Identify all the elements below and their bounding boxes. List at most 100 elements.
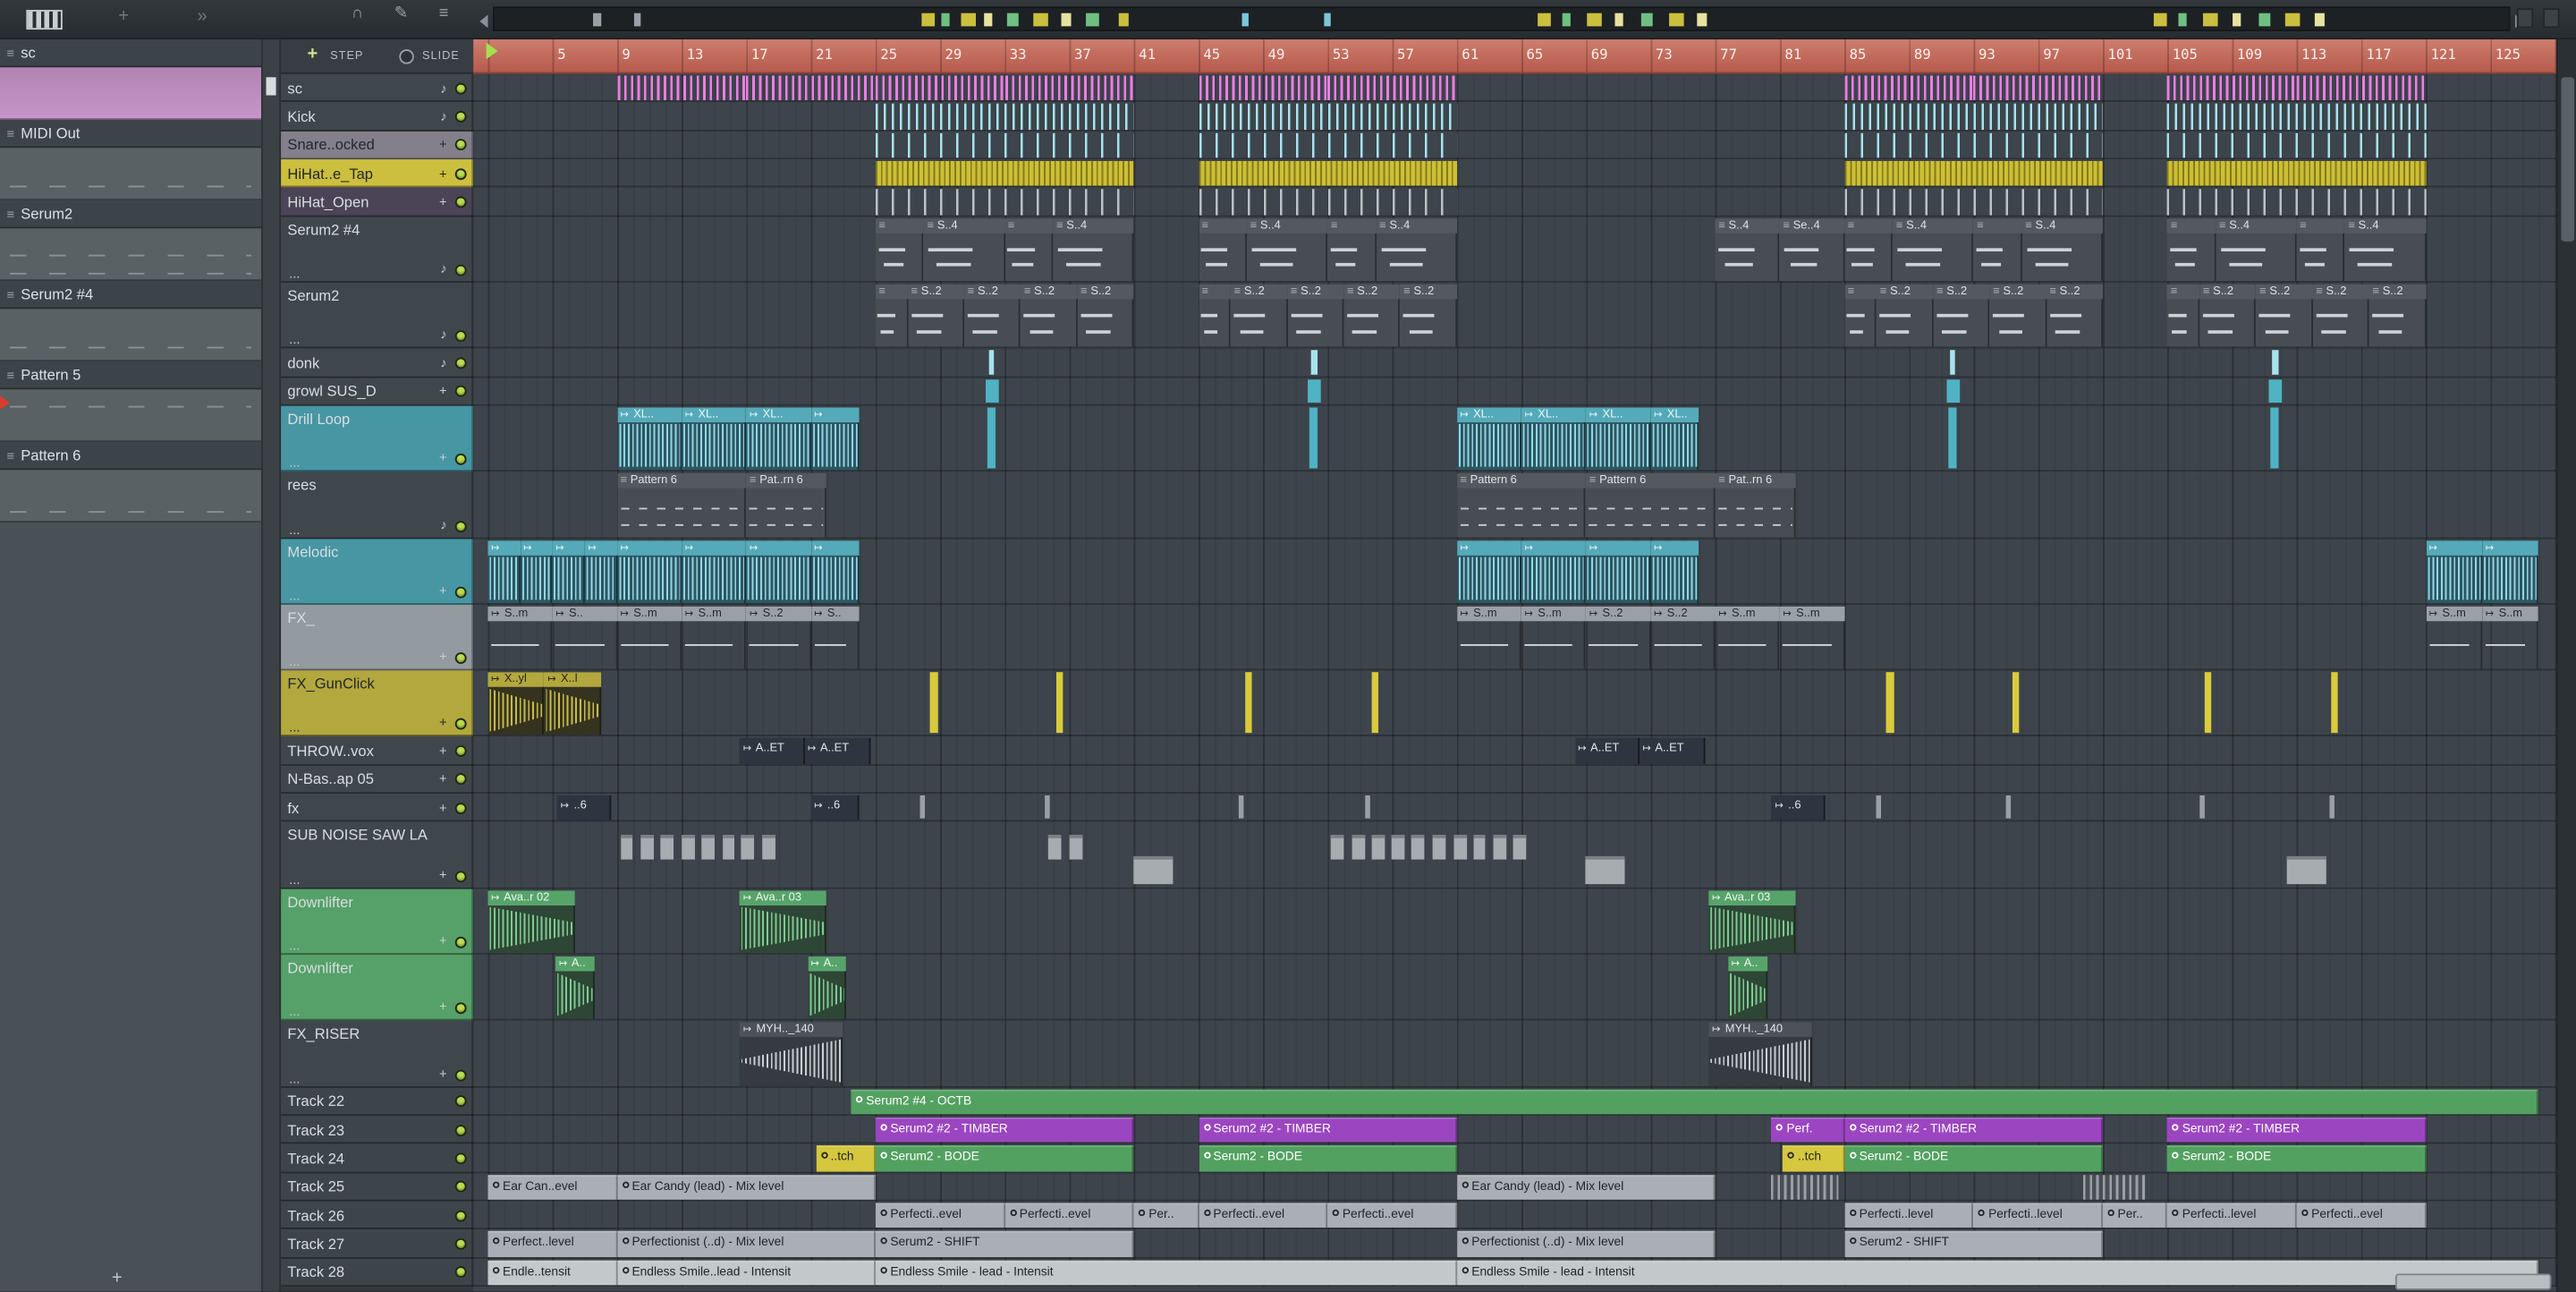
clip[interactable]: ≡ Pattern 6	[1456, 473, 1587, 537]
track-led[interactable]	[454, 1095, 467, 1108]
play-position-marker[interactable]	[486, 42, 498, 60]
scroll-left-icon[interactable]	[479, 14, 488, 29]
clip[interactable]	[1133, 856, 1173, 885]
track-led[interactable]	[454, 1069, 467, 1082]
track-header[interactable]: Melodic... +	[281, 538, 473, 605]
clip[interactable]: ↦ S..m	[616, 606, 682, 668]
track-led[interactable]	[454, 196, 467, 208]
clip[interactable]: Perf.	[1771, 1118, 1845, 1143]
clip[interactable]: ≡	[2167, 217, 2216, 281]
clip[interactable]	[2286, 856, 2326, 885]
clip[interactable]: ≡	[1327, 217, 1377, 281]
clip[interactable]	[930, 672, 938, 735]
track-led[interactable]	[454, 1237, 467, 1250]
clip[interactable]: Perfecti..level	[2167, 1203, 2297, 1228]
clip[interactable]: ≡	[875, 284, 908, 348]
track-header[interactable]: FX_GunClick... +	[281, 670, 473, 737]
playlist-grid[interactable]: ≡ ≡ S..4 ≡ ≡ S..4 ≡ ≡ S..4 ≡ ≡ S..4 ≡ S..4 ≡ Se..4 ≡ ≡ S..…	[472, 73, 2556, 1292]
clip[interactable]	[1844, 189, 2103, 215]
clip[interactable]	[1432, 834, 1446, 860]
clip[interactable]: ≡ S..2	[1877, 284, 1934, 348]
clip[interactable]: ↦ S..m	[487, 606, 553, 668]
clip[interactable]: ≡ S..4	[2216, 217, 2297, 281]
clip[interactable]: ≡ S..2	[964, 284, 1021, 348]
playlist-lane[interactable]: Serum2 #2 - TIMBER Serum2 #2 - TIMBER Perf…	[472, 1116, 2556, 1145]
track-led[interactable]	[454, 110, 467, 123]
track-header[interactable]: Track 27	[281, 1229, 473, 1259]
picker-item-label[interactable]: ≡ MIDI Out	[0, 120, 262, 149]
clip[interactable]	[875, 132, 1134, 158]
clip[interactable]: ≡ S..2	[2046, 284, 2103, 348]
clip[interactable]	[746, 75, 876, 101]
playlist-lane[interactable]	[472, 187, 2556, 217]
clip[interactable]: Per..	[1133, 1203, 1199, 1228]
clip[interactable]: ≡ S..2	[1287, 284, 1344, 348]
clip[interactable]: Serum2 #2 - TIMBER	[1198, 1118, 1457, 1143]
track-led[interactable]	[454, 357, 467, 370]
clip[interactable]	[1239, 795, 1244, 820]
clip[interactable]: ↦ XL..	[682, 407, 747, 471]
playlist-lane[interactable]	[472, 822, 2556, 889]
track-header[interactable]: Serum2... ♪	[281, 282, 473, 349]
clip[interactable]: ≡ Pattern 6	[616, 473, 747, 537]
clip[interactable]	[2268, 378, 2283, 403]
clip[interactable]	[987, 407, 996, 469]
playlist-lane[interactable]: ..tch ..tch Serum2 - BODE Serum2 - BODE Seru…	[472, 1144, 2556, 1173]
clip[interactable]: ..tch	[816, 1145, 876, 1172]
clip[interactable]: ≡	[1973, 217, 2022, 281]
clip[interactable]: ≡ S..4	[2021, 217, 2103, 281]
playlist-lane[interactable]: Perfect..level Perfectionist (..d) - Mix …	[472, 1229, 2556, 1259]
clip[interactable]: ↦ A..	[555, 956, 595, 1020]
clip[interactable]	[875, 75, 1005, 101]
playlist-lane[interactable]: Serum2 #4 - OCTB	[472, 1087, 2556, 1117]
clip[interactable]: ↦	[810, 540, 860, 603]
clip[interactable]: ↦ S..	[552, 606, 617, 668]
clip[interactable]: ↦ S..2	[1586, 606, 1651, 668]
step-slide-toggle[interactable]	[399, 49, 414, 64]
track-header[interactable]: Downlifter... +	[281, 955, 473, 1022]
clip[interactable]: ↦ ..6	[557, 795, 611, 821]
clip[interactable]	[641, 834, 655, 860]
clip[interactable]	[1949, 350, 1955, 375]
clip[interactable]: ≡	[875, 217, 924, 281]
clip[interactable]: ≡ S..2	[1021, 284, 1078, 348]
track-header[interactable]: Track 23	[281, 1116, 473, 1145]
clip[interactable]: Per..	[2102, 1203, 2168, 1228]
clip[interactable]	[1045, 795, 1050, 820]
track-led[interactable]	[454, 167, 467, 180]
clip[interactable]: ↦ A..ET	[1574, 738, 1640, 764]
track-led[interactable]	[454, 264, 467, 276]
clip[interactable]: ↦ S..m	[1456, 606, 1521, 668]
clip[interactable]: ↦ ..6	[810, 795, 860, 821]
clip[interactable]: ≡ S..2	[2312, 284, 2369, 348]
track-led[interactable]	[454, 774, 467, 786]
track-led[interactable]	[454, 386, 467, 398]
clip[interactable]: ↦ S..m	[1521, 606, 1587, 668]
clip[interactable]	[1245, 672, 1253, 735]
clip[interactable]: ≡ S..4	[2344, 217, 2427, 281]
clip[interactable]	[1513, 834, 1527, 860]
clip[interactable]	[1056, 672, 1064, 735]
clip[interactable]: Serum2 #4 - OCTB	[851, 1089, 2539, 1115]
clip[interactable]: ↦ XL..	[1650, 407, 1699, 471]
clip[interactable]	[1453, 834, 1467, 860]
clip[interactable]	[2012, 672, 2020, 735]
clip[interactable]	[616, 75, 747, 101]
clip[interactable]: Serum2 - SHIFT	[1844, 1231, 2103, 1257]
track-led[interactable]	[454, 330, 467, 343]
playlist-lane[interactable]	[472, 73, 2556, 103]
clip[interactable]: Perfecti..evel	[1198, 1203, 1328, 1228]
track-header[interactable]: Drill Loop... +	[281, 405, 473, 472]
clip[interactable]: ≡ S..4	[1715, 217, 1780, 281]
track-led[interactable]	[454, 937, 467, 948]
picker-item[interactable]: ≡ Pattern 6	[0, 442, 262, 523]
clip[interactable]: ↦	[1650, 540, 1699, 603]
clip[interactable]	[920, 795, 926, 820]
clip[interactable]	[1947, 407, 1956, 469]
clip[interactable]: Endless Smile - lead - Intensit	[875, 1260, 1457, 1286]
clip[interactable]: Serum2 - BODE	[1844, 1145, 2103, 1172]
clip[interactable]: ↦ A..	[807, 956, 847, 1020]
clip[interactable]: ≡	[1004, 217, 1054, 281]
clip[interactable]: Ear Can..evel	[487, 1174, 617, 1200]
picker-item[interactable]: ≡ Serum2	[0, 200, 262, 282]
